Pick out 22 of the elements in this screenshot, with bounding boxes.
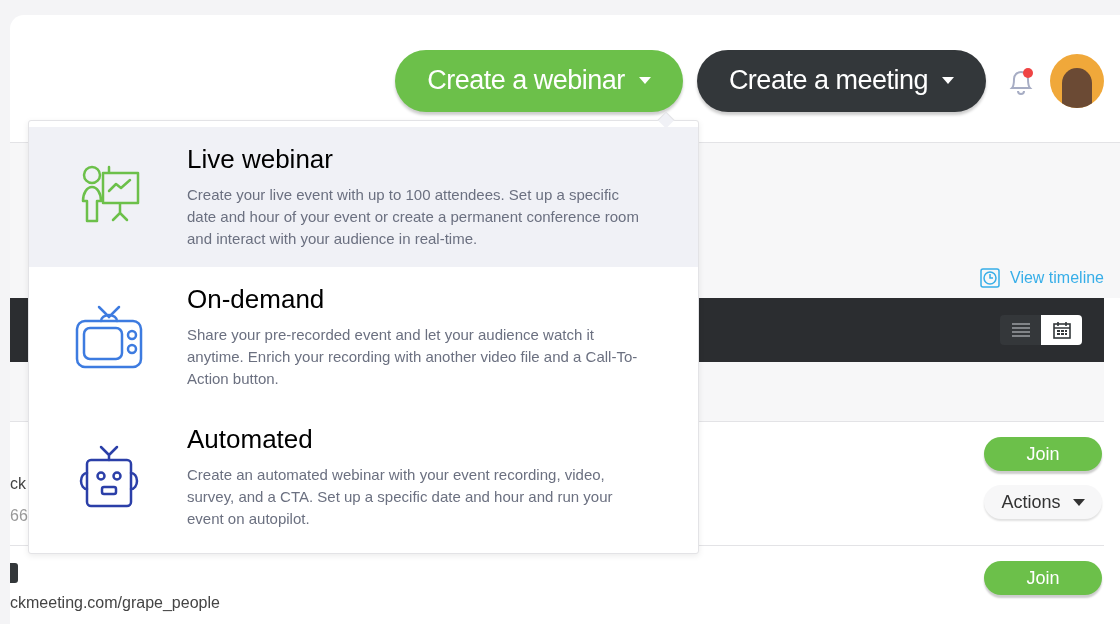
calendar-view-button[interactable] [1041,315,1082,345]
clock-icon [980,268,1001,288]
webinar-type-option[interactable]: On-demand Share your pre-recorded event and let your audience watch it anytime. Enrich your recording with another video file and a Call-To-Action button. [29,267,698,407]
option-description: Create an automated webinar with your event recording, video, survey, and a CTA. Set up a specific date and hour and run your event on autopilot. [187,465,614,529]
webinar-type-option[interactable]: Automated Create an automated webinar with your event recording, video, survey, and a CTA. Set up a specific date and hour and run your event on autopilot. [29,407,698,547]
calendar-icon [1052,321,1071,339]
avatar[interactable] [1050,53,1104,108]
option-description: Share your pre-recorded event and let your audience watch it anytime. Enrich your recording with another video file and a Call-To-Action button. [187,325,639,389]
option-title: Live webinar [187,144,334,174]
status-badge [10,563,18,583]
option-title: Automated [187,424,314,454]
webinar-type-option[interactable]: Live webinar Create your live event with up to 100 attendees. Set up a specific date and hour of your event or create a permanent conference room and interact with your audience in real-time. [29,127,698,267]
tv-icon [75,305,143,369]
caret-icon [1072,498,1085,506]
event-text: 66 [10,506,28,526]
option-title: On-demand [187,284,326,314]
actions-button[interactable]: Actions [984,485,1102,519]
event-text: ckmeeting.com/grape_people [10,593,220,613]
option-description: Create your live event with up to 100 attendees. Set up a specific date and hour of your event or create a permanent conference room and interact with your audience in real-time. [187,185,640,249]
event-text: ck [10,474,27,494]
list-icon [1011,323,1030,337]
create-meeting-button[interactable]: Create a meeting [696,49,986,112]
